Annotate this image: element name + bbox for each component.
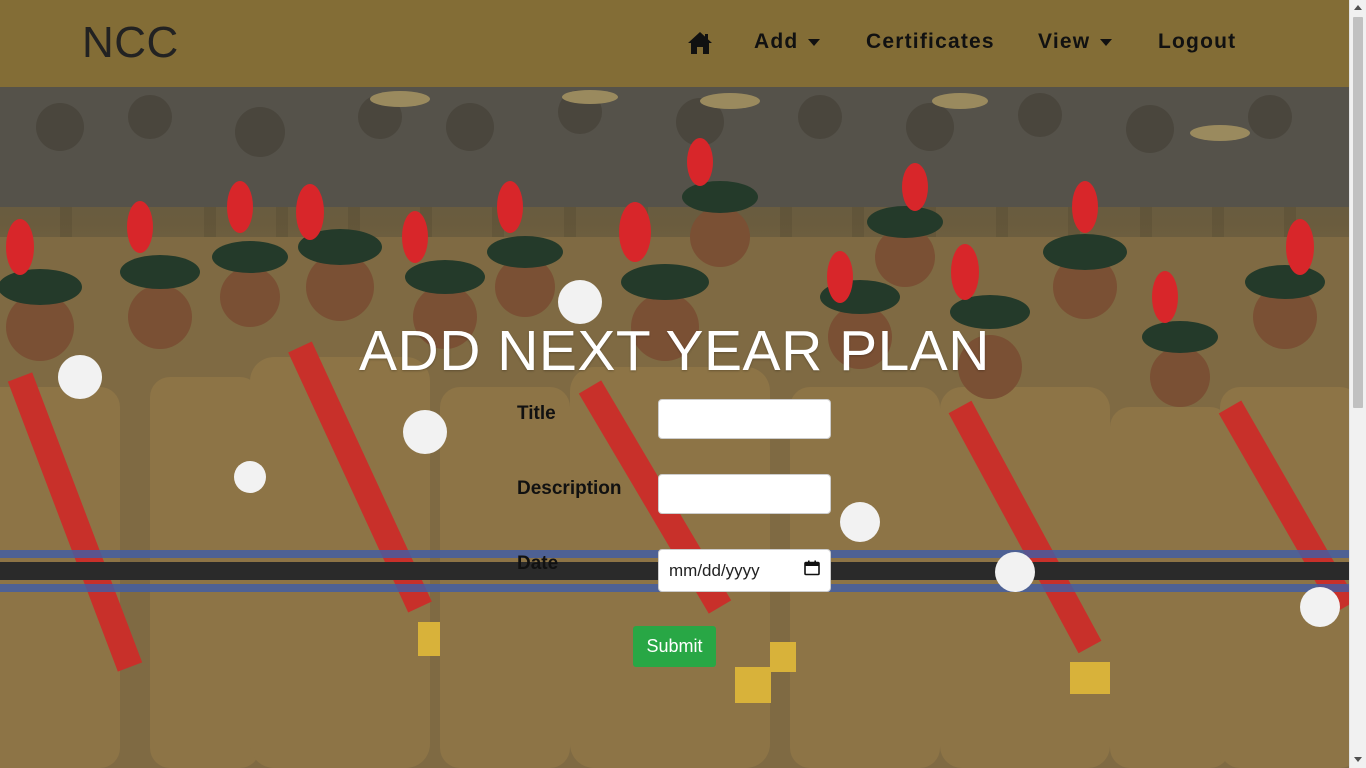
nav-view-label: View — [1038, 30, 1091, 53]
date-label: Date — [517, 553, 559, 574]
chevron-down-icon — [808, 38, 821, 46]
date-input[interactable]: mm/dd/yyyy — [658, 549, 831, 592]
description-input[interactable] — [658, 474, 831, 514]
navbar: NCC Add Certificates View Logout — [0, 0, 1349, 87]
nav-logout-label: Logout — [1158, 30, 1237, 53]
nav-add-dropdown[interactable]: Add — [754, 30, 821, 54]
nav-logout[interactable]: Logout — [1158, 30, 1236, 54]
nav-view-dropdown[interactable]: View — [1038, 30, 1113, 54]
scroll-up-icon[interactable] — [1354, 5, 1362, 10]
nav-certificates[interactable]: Certificates — [866, 30, 995, 54]
nav-add-label: Add — [754, 30, 799, 53]
scrollbar-thumb[interactable] — [1353, 17, 1363, 408]
title-input[interactable] — [658, 399, 831, 439]
page: NCC Add Certificates View Logout ADD NEX… — [0, 0, 1366, 768]
description-label: Description — [517, 478, 622, 499]
calendar-icon[interactable] — [804, 560, 820, 581]
submit-button[interactable]: Submit — [633, 626, 716, 667]
home-icon[interactable] — [687, 31, 713, 60]
title-label: Title — [517, 403, 556, 424]
brand-logo[interactable]: NCC — [82, 18, 179, 68]
nav-certificates-label: Certificates — [866, 30, 995, 53]
page-title: ADD NEXT YEAR PLAN — [359, 319, 990, 383]
scroll-down-icon[interactable] — [1354, 757, 1362, 762]
date-placeholder: mm/dd/yyyy — [669, 560, 760, 580]
chevron-down-icon — [1100, 38, 1113, 46]
vertical-scrollbar[interactable] — [1349, 0, 1366, 768]
